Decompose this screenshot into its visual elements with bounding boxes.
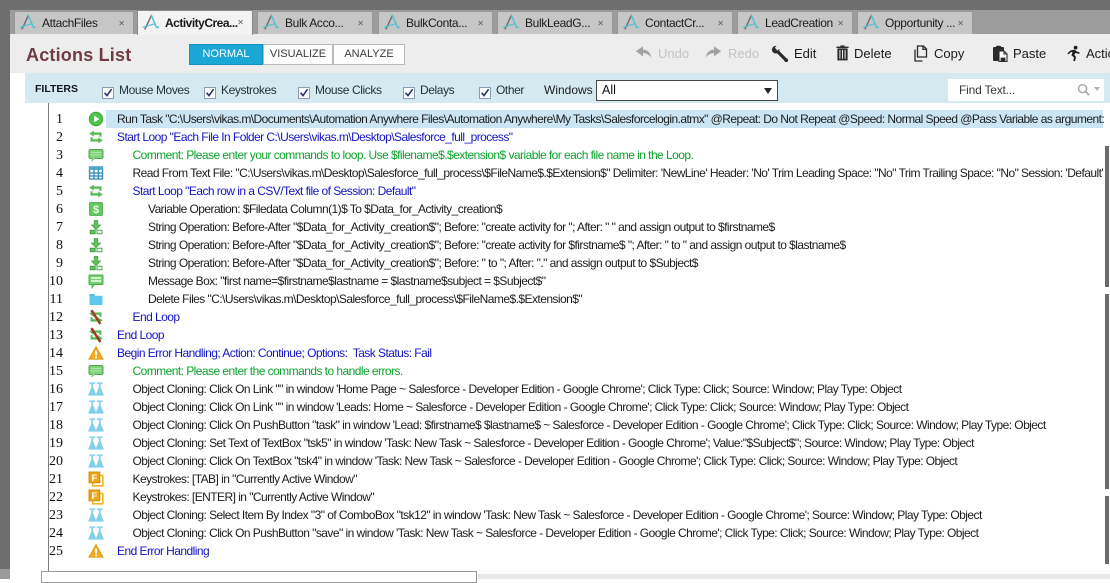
svg-text:F: F bbox=[91, 473, 97, 484]
svg-text:$: $ bbox=[93, 204, 99, 216]
svg-text:F: F bbox=[91, 491, 97, 502]
